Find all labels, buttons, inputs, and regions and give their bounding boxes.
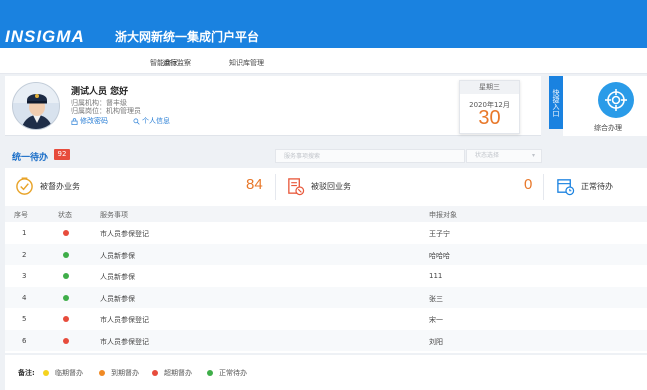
- weekday: 星期三: [460, 81, 519, 94]
- table-row[interactable]: 4 人员新参保 张三: [5, 286, 647, 308]
- date-card: 星期三 2020年12月 30: [459, 80, 520, 134]
- status-select-placeholder: 状态选择: [475, 152, 500, 159]
- status-dot: [63, 273, 69, 279]
- search-icon: [133, 118, 140, 125]
- quick-entry-tab[interactable]: 快捷入口: [549, 76, 563, 129]
- lock-icon: [71, 117, 78, 125]
- stat-normal-label: 正常待办: [581, 182, 613, 191]
- personal-info-label: 个人信息: [142, 117, 170, 125]
- integrated-handling-button[interactable]: [598, 82, 634, 118]
- pending-count-badge: 92: [54, 149, 70, 160]
- stat-rejected-count: 0: [524, 176, 533, 193]
- row-applicant: 宋一: [429, 316, 443, 324]
- company-logo: INSIGMA: [5, 27, 85, 46]
- status-dot: [63, 294, 69, 301]
- row-index: 1: [22, 229, 27, 237]
- user-greeting: 测试人员 您好: [71, 87, 129, 97]
- platform-title: 浙大网新统一集成门户平台: [115, 30, 260, 44]
- day-number: 30: [478, 107, 501, 129]
- service-search-input[interactable]: [275, 149, 465, 163]
- status-dot: [63, 251, 69, 258]
- row-applicant: 111: [429, 272, 443, 280]
- header-index: 序号: [14, 211, 28, 219]
- legend-dot: [152, 370, 158, 376]
- target-icon: [605, 89, 627, 111]
- table-row[interactable]: 3 人员新参保 111: [5, 265, 647, 286]
- change-password-label: 修改密码: [80, 117, 108, 125]
- stat-supervised-label: 被督办业务: [40, 182, 80, 191]
- row-service: 市人员参保登记: [100, 230, 149, 238]
- rejected-icon: [288, 178, 305, 196]
- nav-bar: 智能商家 运行监察 知识库管理: [0, 48, 647, 74]
- stat-divider: [543, 174, 544, 200]
- row-index: 5: [22, 315, 27, 323]
- legend-dot: [43, 370, 49, 376]
- legend-item: 临期督办: [43, 368, 83, 378]
- legend-title: 备注:: [18, 369, 35, 377]
- row-index: 2: [22, 250, 27, 259]
- status-dot: [63, 230, 69, 236]
- row-index: 6: [22, 336, 27, 345]
- row-index: 3: [22, 272, 27, 280]
- header-service: 服务事项: [100, 211, 128, 219]
- row-service: 市人员参保登记: [100, 337, 149, 346]
- status-dot: [63, 316, 69, 322]
- integrated-handling-label: 综合办理: [594, 124, 622, 132]
- row-applicant: 刘阳: [429, 337, 443, 346]
- legend-bar: 备注: 临期督办 到期督办 超期督办 正常待办: [5, 355, 647, 390]
- legend-item: 到期督办: [99, 368, 139, 378]
- user-post: 归属岗位：机构管理员: [71, 107, 141, 115]
- change-password-link[interactable]: 修改密码: [71, 116, 108, 126]
- row-index: 4: [22, 293, 27, 302]
- normal-todo-icon: [557, 179, 575, 196]
- todo-table: 序号 状态 服务事项 申报对象 1 市人员参保登记 王子宁 2 人员新参保 哈哈哈 3 人员新…: [5, 206, 647, 353]
- legend-item: 正常待办: [207, 368, 247, 378]
- legend-label: 临期督办: [55, 369, 83, 377]
- row-service: 人员新参保: [100, 273, 135, 281]
- stat-normal[interactable]: 正常待办: [556, 177, 613, 196]
- stat-supervised-count: 84: [246, 176, 263, 193]
- stat-supervised[interactable]: 被督办业务: [15, 177, 80, 196]
- table-row[interactable]: 5 市人员参保登记 宋一: [5, 308, 647, 329]
- header-status: 状态: [58, 211, 72, 219]
- row-service: 人员新参保: [100, 251, 135, 260]
- legend-item: 超期督办: [152, 368, 192, 378]
- chevron-down-icon: ▾: [531, 152, 535, 159]
- status-dot: [63, 337, 69, 344]
- header-applicant: 申报对象: [429, 211, 457, 219]
- status-select[interactable]: 状态选择 ▾: [466, 149, 542, 163]
- stat-rejected-label: 被驳回业务: [311, 182, 351, 191]
- row-applicant: 张三: [429, 294, 443, 303]
- todo-section-title: 统一待办: [12, 153, 49, 163]
- nav-tab-knowledge-base[interactable]: 知识库管理: [229, 58, 264, 68]
- row-applicant: 哈哈哈: [429, 251, 450, 260]
- supervised-icon: [16, 177, 33, 195]
- legend-dot: [99, 370, 105, 376]
- table-row[interactable]: 1 市人员参保登记 王子宁: [5, 222, 647, 243]
- legend-label: 正常待办: [219, 369, 247, 377]
- personal-info-link[interactable]: 个人信息: [133, 116, 170, 126]
- nav-tab-operation-monitor[interactable]: 运行监察: [163, 58, 191, 68]
- table-header: 序号 状态 服务事项 申报对象: [5, 206, 647, 222]
- stat-rejected[interactable]: 被驳回业务: [286, 177, 351, 196]
- legend-label: 超期督办: [164, 369, 192, 377]
- stat-divider: [275, 174, 276, 200]
- row-service: 市人员参保登记: [100, 316, 149, 324]
- table-row[interactable]: 2 人员新参保 哈哈哈: [5, 243, 647, 265]
- avatar: [12, 82, 60, 130]
- legend-dot: [207, 370, 213, 376]
- table-row[interactable]: 6 市人员参保登记 刘阳: [5, 329, 647, 351]
- top-bar: INSIGMA 浙大网新统一集成门户平台: [0, 0, 647, 48]
- row-service: 人员新参保: [100, 294, 135, 303]
- row-applicant: 王子宁: [429, 230, 450, 238]
- legend-label: 到期督办: [111, 369, 139, 377]
